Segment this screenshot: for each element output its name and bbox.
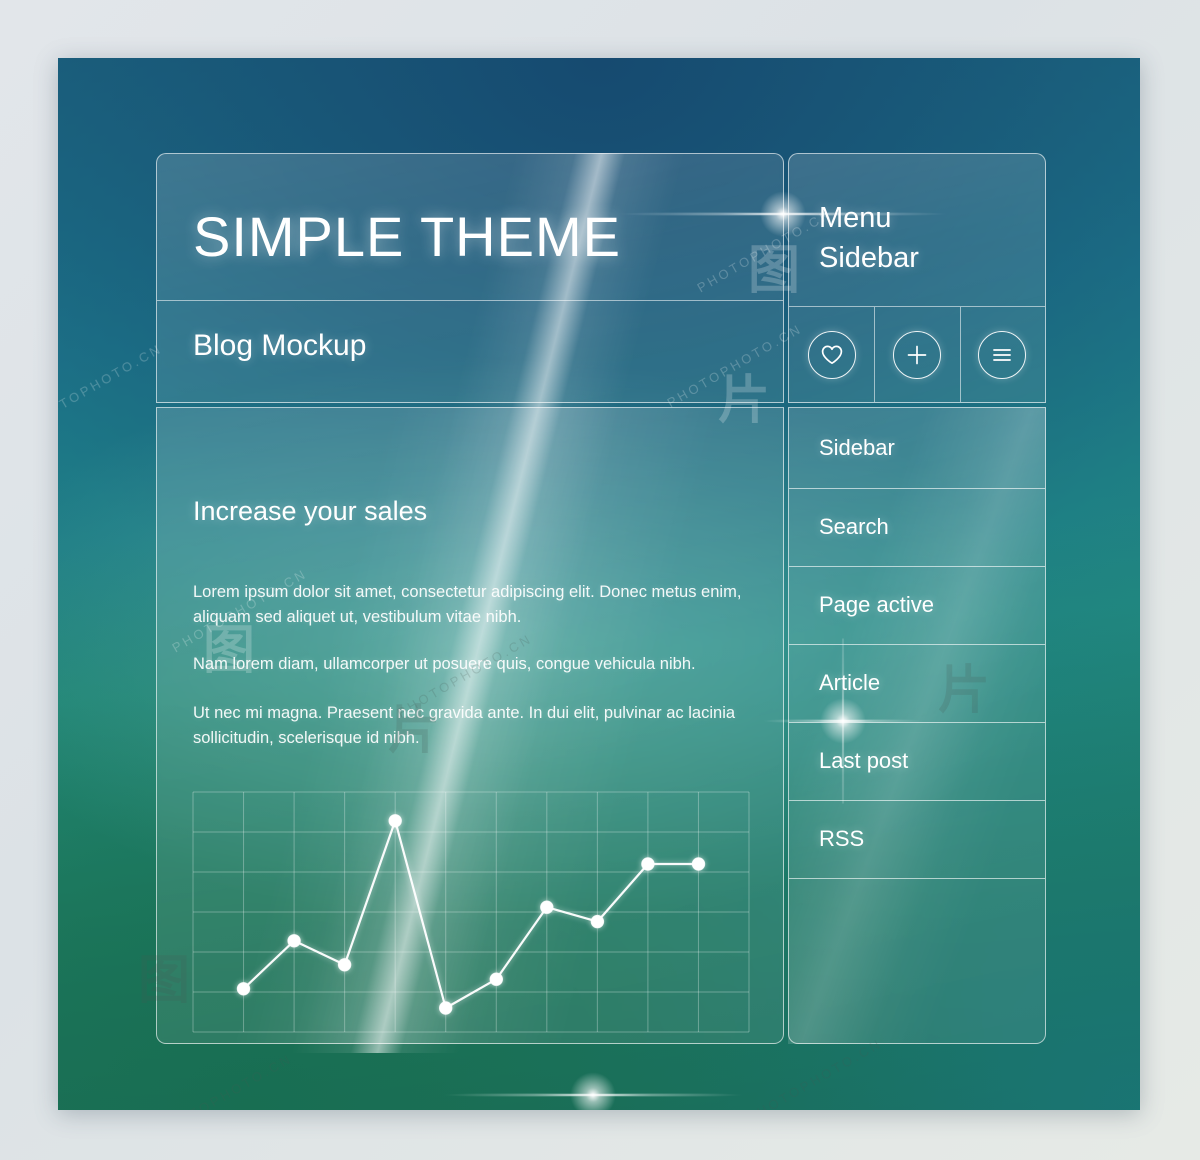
header-panel: SIMPLE THEME Blog Mockup	[156, 153, 784, 403]
sidebar-item-label: Sidebar	[819, 435, 895, 460]
icon-button-row	[789, 306, 1045, 402]
sidebar-item-rss[interactable]: RSS	[789, 800, 1045, 878]
page-title: SIMPLE THEME	[193, 205, 621, 268]
sidebar-panel: Sidebar Search Page active Article Last post…	[788, 407, 1046, 1044]
menu-panel-title: Menu Sidebar	[819, 198, 919, 278]
sales-line-chart	[192, 791, 750, 1033]
sidebar-item-label: RSS	[819, 826, 865, 851]
sidebar-bottom-divider	[789, 878, 1045, 879]
heart-icon	[807, 330, 856, 379]
chart-gridlines	[192, 791, 750, 1033]
plus-icon	[892, 330, 941, 379]
sidebar-list: Sidebar Search Page active Article Last post…	[789, 408, 1045, 1043]
sidebar-item-page-active[interactable]: Page active	[789, 566, 1045, 644]
chart-series-line	[242, 819, 700, 1010]
chart-point	[540, 900, 554, 914]
menu-button[interactable]	[959, 307, 1045, 402]
chart-point	[287, 934, 301, 948]
article-heading: Increase your sales	[193, 496, 428, 526]
watermark: PHOTOPHOTO.CN	[154, 1050, 295, 1110]
chart-point	[590, 914, 605, 929]
page-subtitle: Blog Mockup	[193, 329, 367, 362]
sidebar-item-label: Last post	[819, 748, 909, 773]
menu-title-line2: Sidebar	[819, 242, 919, 274]
sidebar-item-last-post[interactable]: Last post	[789, 722, 1045, 800]
menu-title-line1: Menu	[819, 202, 892, 234]
watermark: PHOTOPHOTO.CN	[744, 1035, 885, 1110]
article-paragraph: Ut nec mi magna. Praesent nec gravida an…	[193, 704, 736, 747]
chart-point	[236, 982, 251, 996]
article-paragraph: Nam lorem diam, ullamcorper ut posuere q…	[193, 655, 696, 673]
lens-flare-bottom	[443, 1072, 743, 1110]
chart-point	[489, 972, 503, 986]
hamburger-menu-icon	[978, 330, 1027, 379]
screen: SIMPLE THEME Blog Mockup Menu Sidebar In…	[0, 0, 1200, 1160]
chart-point	[691, 857, 706, 871]
sidebar-item-label: Page active	[819, 592, 934, 617]
backdrop-image: SIMPLE THEME Blog Mockup Menu Sidebar In…	[58, 58, 1140, 1110]
chart-point	[439, 1001, 453, 1015]
chart-point	[337, 958, 352, 972]
article-paragraph: Lorem ipsum dolor sit amet, consectetur …	[193, 583, 742, 626]
sidebar-item-search[interactable]: Search	[789, 488, 1045, 566]
menu-panel: Menu Sidebar	[788, 153, 1046, 403]
sidebar-item-label: Search	[819, 514, 889, 539]
chart-point	[641, 857, 655, 871]
sidebar-item-sidebar[interactable]: Sidebar	[789, 408, 1045, 488]
favorite-button[interactable]	[789, 307, 874, 402]
add-button[interactable]	[874, 307, 959, 402]
content-panel: Increase your sales Lorem ipsum dolor si…	[156, 407, 784, 1044]
chart-data-points	[236, 814, 706, 1015]
header-divider	[157, 300, 783, 301]
sidebar-item-label: Article	[819, 670, 881, 695]
chart-svg	[192, 791, 750, 1033]
sidebar-item-article[interactable]: Article	[789, 644, 1045, 722]
chart-point	[388, 814, 402, 828]
